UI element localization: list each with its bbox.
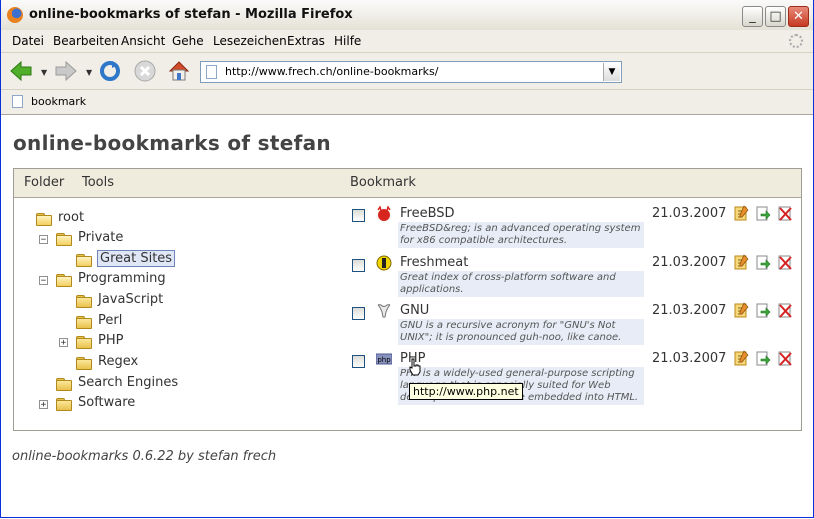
bookmark-link[interactable]: FreeBSD [400,206,455,221]
address-bar[interactable]: ▼ [200,61,622,83]
menu-extras[interactable]: Extras [287,34,325,48]
bookmarks-panel: Folder Tools Bookmark root − Private Gre… [13,168,802,431]
freebsd-daemon-icon [377,206,391,221]
menu-bar: Datei Bearbeiten Ansicht Gehe Lesezeiche… [1,30,813,53]
navigation-toolbar: ▼ ▼ ▼ [1,53,813,90]
menu-datei[interactable]: Datei [12,34,44,48]
gnu-icon [377,304,391,318]
edit-icon[interactable] [734,254,749,270]
folder-icon [56,398,72,411]
url-input[interactable] [225,65,595,78]
tools-header-link[interactable]: Tools [82,175,114,190]
folder-icon [76,295,92,308]
bookmark-link[interactable]: Freshmeat [400,255,468,270]
bookmark-date: 21.03.2007 [652,303,727,318]
hand-cursor-icon [409,358,421,376]
panel-header: Folder Tools Bookmark [14,169,801,198]
bookmark-header: Bookmark [350,175,416,190]
bookmark-page-icon [12,95,23,108]
folder-icon [76,336,92,349]
menu-bearbeiten[interactable]: Bearbeiten [53,34,119,48]
link-tooltip: http://www.php.net [409,383,523,400]
menu-lesezeichen[interactable]: Lesezeichen [213,34,287,48]
back-arrow-icon[interactable] [9,59,33,83]
bookmarks-toolbar: bookmark [1,90,813,115]
tree-item-root[interactable]: root [58,210,84,225]
freshmeat-icon [376,255,392,271]
tree-item-private[interactable]: Private [78,230,123,245]
tree-item-software[interactable]: Software [78,395,135,410]
browser-window: online-bookmarks of stefan - Mozilla Fir… [0,0,814,518]
edit-icon[interactable] [734,205,749,221]
svg-text:php: php [377,356,391,364]
throbber-icon [789,34,803,48]
bookmark-link[interactable]: GNU [400,303,429,318]
tree-item-regex[interactable]: Regex [98,354,138,369]
delete-icon[interactable] [778,205,793,221]
folder-icon [76,254,92,267]
menu-gehe[interactable]: Gehe [172,34,204,48]
delete-icon[interactable] [778,254,793,270]
page-title: online-bookmarks of stefan [13,131,331,155]
collapse-icon[interactable]: − [39,235,48,245]
forward-arrow-icon[interactable] [54,59,78,83]
tree-item-programming[interactable]: Programming [78,271,166,286]
edit-icon[interactable] [734,302,749,318]
expand-icon[interactable]: + [39,400,48,410]
delete-icon[interactable] [778,350,793,366]
menu-hilfe[interactable]: Hilfe [334,34,361,48]
move-icon[interactable] [756,350,771,366]
folder-icon [56,274,72,287]
folder-icon [36,213,52,226]
bookmark-description: GNU is a recursive acronym for "GNU's No… [398,319,644,345]
minimize-button[interactable]: _ [742,6,763,27]
folder-icon [56,378,72,391]
maximize-button[interactable]: □ [765,6,786,27]
bookmark-date: 21.03.2007 [652,351,727,366]
bookmark-checkbox[interactable] [352,259,365,272]
bookmark-toolbar-item[interactable]: bookmark [31,95,86,108]
tree-item-perl[interactable]: Perl [98,313,122,328]
php-icon: php [376,353,392,365]
title-bar: online-bookmarks of stefan - Mozilla Fir… [1,0,813,31]
home-icon[interactable] [167,59,191,83]
bookmark-description: Great index of cross-platform software a… [398,271,644,297]
page-content: online-bookmarks of stefan Folder Tools … [1,115,813,517]
expand-icon[interactable]: + [59,338,68,348]
bookmark-checkbox[interactable] [352,307,365,320]
move-icon[interactable] [756,254,771,270]
folder-icon [76,357,92,370]
bookmark-date: 21.03.2007 [652,255,727,270]
collapse-icon[interactable]: − [39,276,48,286]
firefox-icon [7,7,23,23]
move-icon[interactable] [756,302,771,318]
menu-ansicht[interactable]: Ansicht [121,34,165,48]
page-icon [206,65,217,79]
stop-icon[interactable] [133,59,157,83]
bookmark-date: 21.03.2007 [652,206,727,221]
bookmark-checkbox[interactable] [352,209,365,222]
tree-item-javascript[interactable]: JavaScript [98,292,163,307]
tree-item-search-engines[interactable]: Search Engines [78,375,178,390]
delete-icon[interactable] [778,302,793,318]
folder-icon [76,316,92,329]
back-dropdown-icon[interactable]: ▼ [41,68,47,77]
bookmark-description: FreeBSD&reg; is an advanced operating sy… [398,222,644,248]
folder-icon [56,233,72,246]
tree-item-php[interactable]: PHP [98,333,123,348]
tree-item-great-sites[interactable]: Great Sites [97,250,176,267]
footer-text: online-bookmarks 0.6.22 by stefan frech [12,449,277,464]
window-title: online-bookmarks of stefan - Mozilla Fir… [29,7,353,22]
edit-icon[interactable] [734,350,749,366]
folder-header-link[interactable]: Folder [24,175,64,190]
forward-dropdown-icon[interactable]: ▼ [86,68,92,77]
move-icon[interactable] [756,205,771,221]
close-button[interactable]: ✕ [788,6,809,27]
reload-icon[interactable] [98,59,122,83]
url-dropdown-icon[interactable]: ▼ [603,63,620,81]
bookmark-checkbox[interactable] [352,355,365,368]
